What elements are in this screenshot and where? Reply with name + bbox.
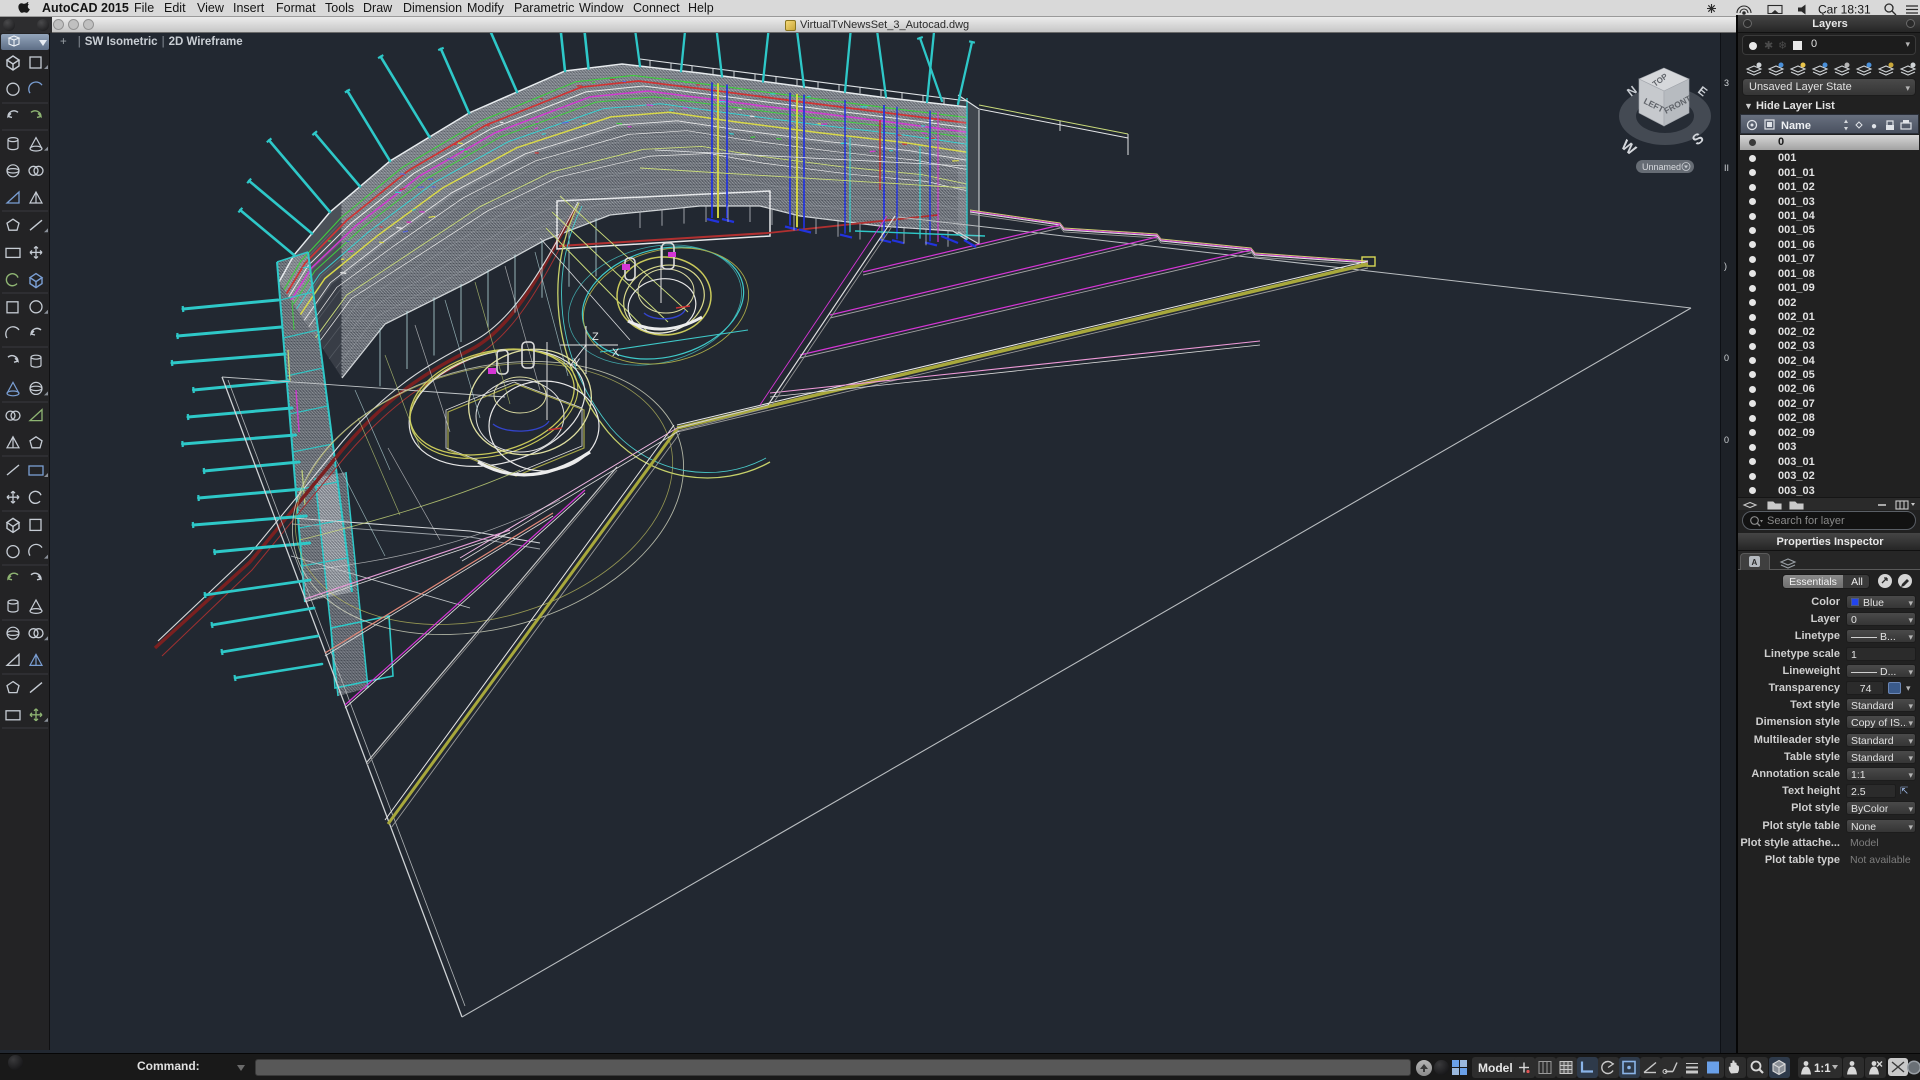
svg-text:1:1: 1:1 — [1814, 1063, 1831, 1075]
svg-text:A: A — [1752, 558, 1758, 567]
svg-text:Name: Name — [1781, 120, 1811, 132]
svg-text:Y: Y — [573, 357, 581, 369]
svg-text:X: X — [612, 347, 620, 359]
svg-text:Model: Model — [1478, 1061, 1513, 1075]
svg-text:W: W — [1618, 137, 1640, 160]
svg-text:Unnamed: Unnamed — [1642, 162, 1681, 172]
svg-text:●: ● — [1871, 121, 1877, 132]
svg-text:S: S — [1689, 130, 1707, 150]
svg-text:Z: Z — [592, 331, 599, 343]
